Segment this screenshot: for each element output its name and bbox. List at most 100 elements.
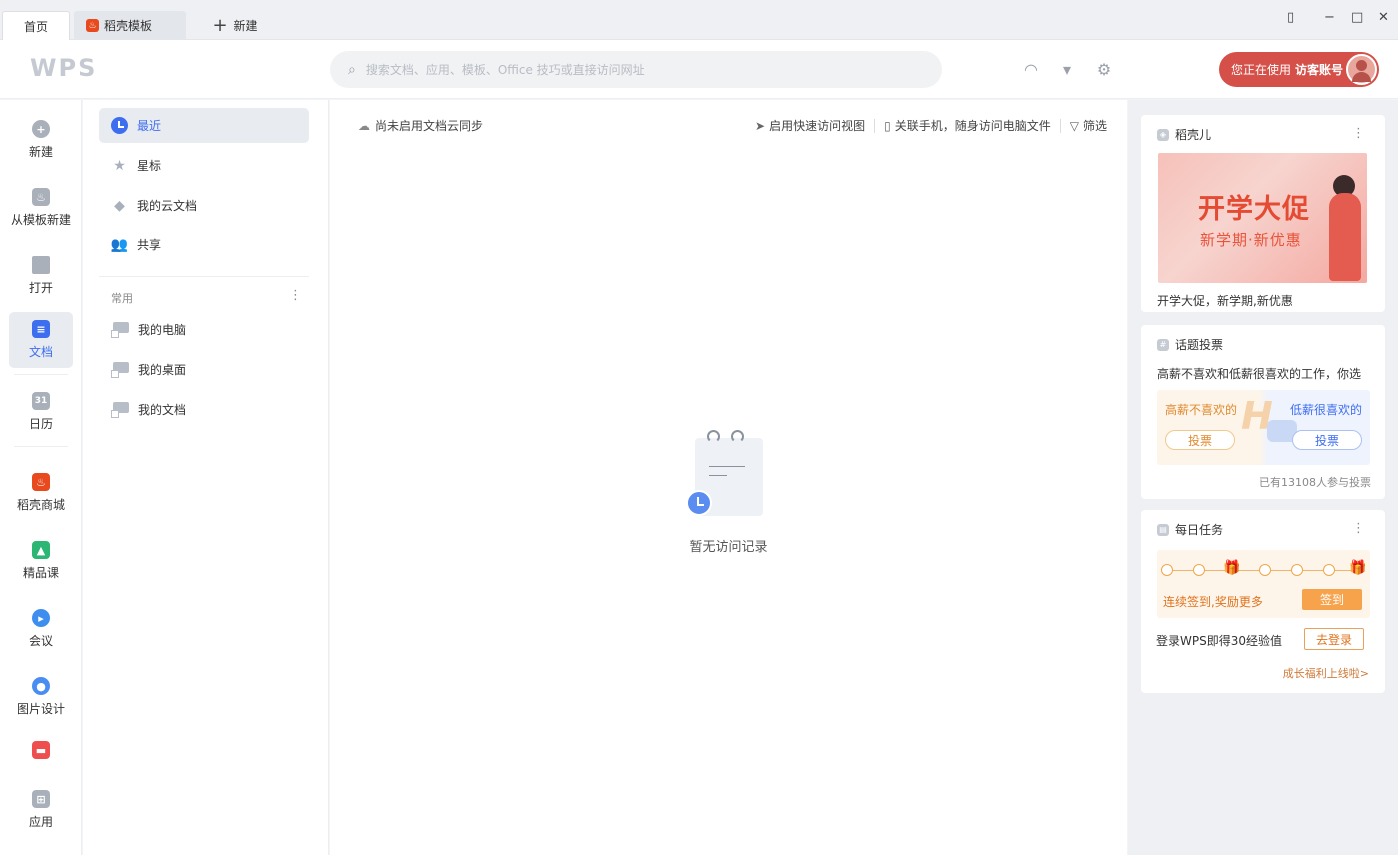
sec-item-cloud-docs[interactable]: ◆ 我的云文档 xyxy=(99,188,309,223)
palette-icon: ● xyxy=(32,677,50,695)
sec-item-my-documents[interactable]: 我的文档 xyxy=(99,392,309,427)
secondary-nav: 最近 ★ 星标 ◆ 我的云文档 👥 共享 常用 ⋮ 我的电脑 我的桌面 我的文档 xyxy=(83,100,329,855)
docer-card: ◈ 稻壳儿 ⋮ 开学大促 新学期·新优惠 开学大促，新学期,新优惠 xyxy=(1141,115,1385,312)
computer-shortcut-icon xyxy=(111,322,129,338)
quick-access-view-link[interactable]: ➤ 启用快速访问视图 xyxy=(755,117,865,134)
video-camera-icon: ▸ xyxy=(32,609,50,627)
sec-item-label: 我的云文档 xyxy=(137,199,198,213)
sign-in-button[interactable]: 签到 xyxy=(1302,589,1362,610)
link-phone-link[interactable]: ▯ 关联手机，随身访问电脑文件 xyxy=(884,117,1051,134)
filter-button[interactable]: ▽ 筛选 xyxy=(1070,117,1107,134)
go-login-button[interactable]: 去登录 xyxy=(1304,628,1364,650)
banner-caption[interactable]: 开学大促，新学期,新优惠 xyxy=(1157,292,1293,309)
nav-open[interactable]: 打开 xyxy=(9,248,73,304)
poll-title-text: 话题投票 xyxy=(1175,338,1224,352)
checkin-progress: 🎁 🎁 连续签到,奖励更多 签到 xyxy=(1157,550,1370,618)
nav-calendar[interactable]: 31 日历 xyxy=(9,384,73,440)
minimize-icon[interactable]: − xyxy=(1324,10,1335,25)
nav-wallet[interactable]: ▬ xyxy=(9,722,73,778)
nav-new[interactable]: + 新建 xyxy=(9,112,73,168)
search-input[interactable] xyxy=(365,62,906,77)
vote-right-button[interactable]: 投票 xyxy=(1292,430,1362,450)
growth-benefits-link[interactable]: 成长福利上线啦> xyxy=(1283,665,1369,681)
search-icon: ⌕ xyxy=(348,61,356,78)
search-bar[interactable]: ⌕ xyxy=(330,51,942,88)
tab-docer-templates[interactable]: ♨ 稻壳模板 xyxy=(74,11,186,40)
nav-calendar-label: 日历 xyxy=(28,417,53,431)
checkin-tip: 连续签到,奖励更多 xyxy=(1163,595,1263,609)
header: WPS ⌕ ◠ ▾ ⚙ 您正在使用 访客账号 xyxy=(0,40,1398,99)
sec-item-label: 我的桌面 xyxy=(138,363,187,377)
common-section-title: 常用 xyxy=(111,292,133,305)
checkin-day xyxy=(1323,564,1335,576)
sec-divider xyxy=(99,276,309,277)
new-tab-button[interactable]: + 新建 xyxy=(200,11,270,40)
nav-docer-mall[interactable]: ♨ 稻壳商城 xyxy=(9,465,73,521)
sec-item-label: 我的文档 xyxy=(138,403,187,417)
nav-from-template[interactable]: ♨ 从模板新建 xyxy=(9,180,73,236)
template-icon: ♨ xyxy=(32,188,50,206)
headset-icon[interactable]: ◠ xyxy=(1022,60,1040,79)
poll-option-right: 低薪很喜欢的 xyxy=(1289,403,1362,417)
cloud-sync-text: 尚未启用文档云同步 xyxy=(375,119,484,133)
close-icon[interactable]: ✕ xyxy=(1378,10,1389,25)
daily-task-card: ▤ 每日任务 ⋮ 🎁 🎁 连续签到,奖励更多 签到 登录WPS即得30经验值 去… xyxy=(1141,510,1385,693)
nav-meeting[interactable]: ▸ 会议 xyxy=(9,601,73,657)
sec-item-label: 我的电脑 xyxy=(138,323,187,337)
skin-shirt-icon[interactable]: ▾ xyxy=(1058,60,1076,79)
banner-headline: 开学大促 xyxy=(1198,194,1310,225)
account-button[interactable]: 您正在使用 访客账号 xyxy=(1219,52,1379,87)
poll-card: # 话题投票 高薪不喜欢和低薪很喜欢的工作，你选 H 高薪不喜欢的 低薪很喜欢的… xyxy=(1141,325,1385,499)
nav-open-label: 打开 xyxy=(28,281,53,295)
ring-right xyxy=(731,430,744,443)
plus-icon: + xyxy=(212,14,228,36)
maximize-icon[interactable]: □ xyxy=(1351,10,1363,25)
nav-apps[interactable]: ⊞ 应用 xyxy=(9,782,73,838)
more-vertical-icon[interactable]: ⋮ xyxy=(289,288,302,303)
checkin-day xyxy=(1161,564,1173,576)
cloud-sync-note[interactable]: ☁ 尚未启用文档云同步 xyxy=(358,117,483,134)
nav-documents[interactable]: ≡ 文档 xyxy=(9,312,73,368)
link-phone-label: 关联手机，随身访问电脑文件 xyxy=(894,119,1051,133)
document-icon: ≡ xyxy=(32,320,50,338)
sec-item-recent[interactable]: 最近 xyxy=(99,108,309,143)
new-tab-label: 新建 xyxy=(233,19,258,33)
layout-toggle-icon[interactable]: ▯ xyxy=(1287,10,1294,25)
nav-courses[interactable]: ▲ 精品课 xyxy=(9,533,73,589)
sec-item-my-desktop[interactable]: 我的桌面 xyxy=(99,352,309,387)
nav-docer-mall-label: 稻壳商城 xyxy=(16,498,65,512)
more-vertical-icon[interactable]: ⋮ xyxy=(1352,521,1365,536)
docer-flame-icon: ♨ xyxy=(32,473,50,491)
task-text: 登录WPS即得30经验值 xyxy=(1156,634,1282,648)
sec-item-shared[interactable]: 👥 共享 xyxy=(99,227,309,262)
nav-divider xyxy=(14,446,68,447)
checkin-day xyxy=(1259,564,1271,576)
settings-gear-icon[interactable]: ⚙ xyxy=(1095,60,1113,79)
phone-icon: ▯ xyxy=(884,118,891,133)
promo-banner[interactable]: 开学大促 新学期·新优惠 xyxy=(1158,153,1367,283)
folder-icon xyxy=(32,256,50,274)
banner-subline: 新学期·新优惠 xyxy=(1200,231,1302,249)
link-divider xyxy=(874,118,876,133)
poll-question: 高薪不喜欢和低薪很喜欢的工作，你选 xyxy=(1157,367,1362,381)
nav-documents-label: 文档 xyxy=(28,345,53,359)
sec-item-label: 最近 xyxy=(137,119,162,133)
tab-home[interactable]: 首页 xyxy=(2,11,70,40)
checkin-day xyxy=(1291,564,1303,576)
clock-icon xyxy=(111,117,128,134)
desktop-shortcut-icon xyxy=(111,362,129,378)
vote-left-button[interactable]: 投票 xyxy=(1165,430,1235,450)
apps-grid-icon: ⊞ xyxy=(32,790,50,808)
gift-icon: 🎁 xyxy=(1349,560,1367,576)
sec-item-my-computer[interactable]: 我的电脑 xyxy=(99,312,309,347)
nav-image-design[interactable]: ● 图片设计 xyxy=(9,669,73,725)
more-vertical-icon[interactable]: ⋮ xyxy=(1352,126,1365,141)
account-prefix: 您正在使用 xyxy=(1231,63,1292,77)
checkin-day xyxy=(1193,564,1205,576)
avatar[interactable] xyxy=(1346,54,1377,85)
clock-icon xyxy=(686,490,712,516)
poll-option-left: 高薪不喜欢的 xyxy=(1165,403,1238,417)
sec-item-starred[interactable]: ★ 星标 xyxy=(99,148,309,183)
star-icon: ★ xyxy=(113,157,126,174)
nav-divider xyxy=(14,374,68,375)
